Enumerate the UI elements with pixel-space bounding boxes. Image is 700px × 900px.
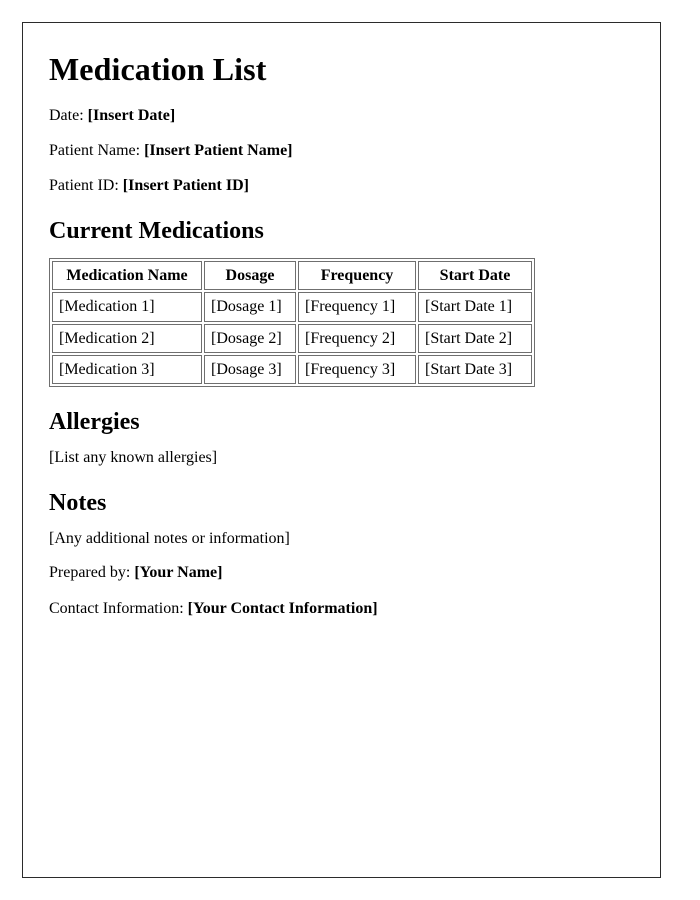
notes-body-text: [Any additional notes or information] xyxy=(49,530,290,548)
column-header-frequency: Frequency xyxy=(298,261,416,291)
cell-medication-name: [Medication 2] xyxy=(52,323,202,353)
document-body: Medication List Date: [Insert Date] Pati… xyxy=(23,23,660,618)
table-body: [Medication 1] [Dosage 1] [Frequency 1] … xyxy=(52,292,532,384)
table-head: Medication Name Dosage Frequency Start D… xyxy=(52,261,532,291)
field-patient-id-value: [Insert Patient ID] xyxy=(122,177,249,195)
field-prepared-by-value: [Your Name] xyxy=(134,564,223,582)
field-contact-information: Contact Information: [Your Contact Infor… xyxy=(49,600,634,618)
column-header-start-date: Start Date xyxy=(418,261,532,291)
section-heading-current-medications: Current Medications xyxy=(49,217,264,244)
cell-frequency: [Frequency 3] xyxy=(298,354,416,384)
table-row: [Medication 2] [Dosage 2] [Frequency 2] … xyxy=(52,323,532,353)
cell-frequency: [Frequency 1] xyxy=(298,292,416,322)
table-row: [Medication 3] [Dosage 3] [Frequency 3] … xyxy=(52,354,532,384)
field-prepared-by: Prepared by: [Your Name] xyxy=(49,564,634,582)
cell-dosage: [Dosage 3] xyxy=(204,354,296,384)
column-header-medication-name: Medication Name xyxy=(52,261,202,291)
field-prepared-by-label: Prepared by: xyxy=(49,564,131,582)
field-patient-name-value: [Insert Patient Name] xyxy=(144,141,293,159)
field-date-label: Date: xyxy=(49,106,84,124)
field-date-value: [Insert Date] xyxy=(87,106,176,124)
field-patient-name-label: Patient Name: xyxy=(49,141,141,159)
section-heading-notes: Notes xyxy=(49,489,107,516)
field-contact-information-label: Contact Information: xyxy=(49,599,184,617)
document-page: Medication List Date: [Insert Date] Pati… xyxy=(22,22,661,878)
section-heading-allergies: Allergies xyxy=(49,408,140,435)
cell-dosage: [Dosage 1] xyxy=(204,292,296,322)
page-title: Medication List xyxy=(49,51,267,87)
current-medications-table: Medication Name Dosage Frequency Start D… xyxy=(49,258,535,387)
cell-start-date: [Start Date 3] xyxy=(418,354,532,384)
allergies-body-text: [List any known allergies] xyxy=(49,449,218,467)
cell-dosage: [Dosage 2] xyxy=(204,323,296,353)
cell-start-date: [Start Date 2] xyxy=(418,323,532,353)
column-header-dosage: Dosage xyxy=(204,261,296,291)
table-header-row: Medication Name Dosage Frequency Start D… xyxy=(52,261,532,291)
field-contact-information-value: [Your Contact Information] xyxy=(187,599,378,617)
cell-medication-name: [Medication 1] xyxy=(52,292,202,322)
cell-frequency: [Frequency 2] xyxy=(298,323,416,353)
field-patient-id-label: Patient ID: xyxy=(49,177,119,195)
field-patient-name: Patient Name: [Insert Patient Name] xyxy=(49,142,634,160)
cell-medication-name: [Medication 3] xyxy=(52,354,202,384)
table-row: [Medication 1] [Dosage 1] [Frequency 1] … xyxy=(52,292,532,322)
field-patient-id: Patient ID: [Insert Patient ID] xyxy=(49,177,634,195)
cell-start-date: [Start Date 1] xyxy=(418,292,532,322)
field-date: Date: [Insert Date] xyxy=(49,107,634,125)
